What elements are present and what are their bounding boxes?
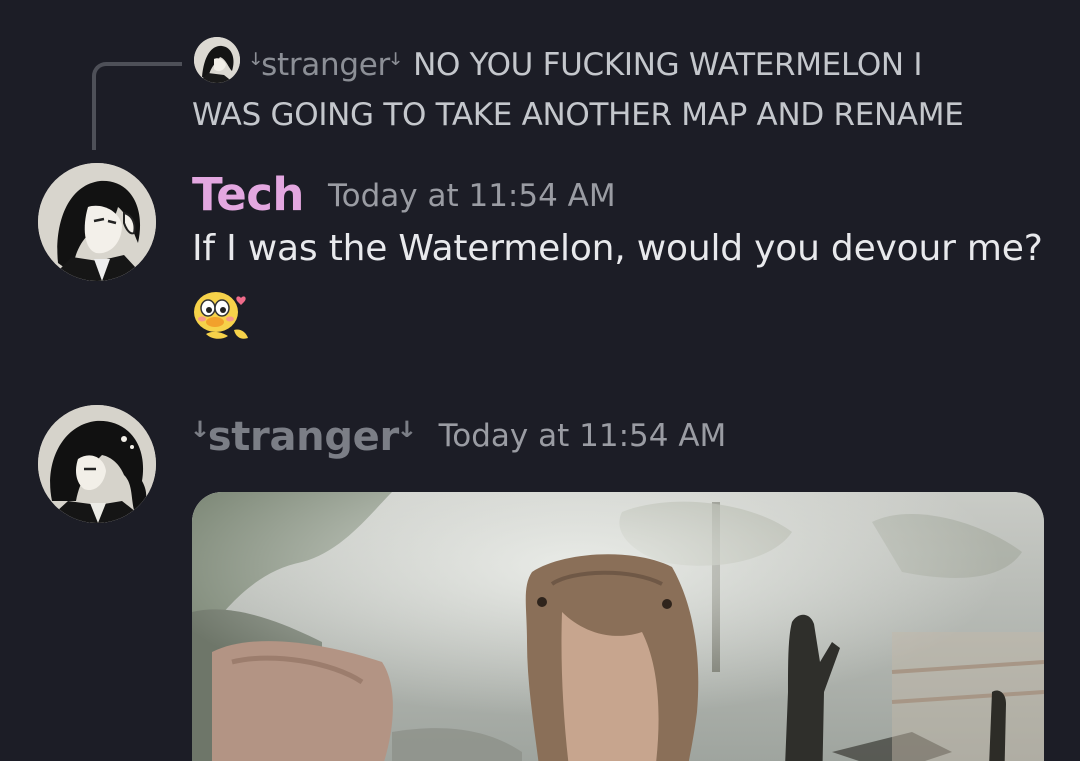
gif-image	[192, 492, 1044, 761]
blushing-duck-emoji[interactable]	[188, 286, 258, 346]
reply-preview[interactable]: ꜜstrangerꜜ NO YOU FUCKING WATERMELON I WA…	[192, 40, 1042, 140]
message-timestamp[interactable]: Today at 11:54 AM	[328, 178, 616, 214]
reply-text-line1: NO YOU FUCKING WATERMELON I	[413, 47, 923, 83]
author-name-tech[interactable]: Tech	[192, 168, 304, 221]
message-text: If I was the Watermelon, would you devou…	[192, 228, 1043, 269]
reply-text-line2: WAS GOING TO TAKE ANOTHER MAP AND RENAME	[192, 97, 964, 133]
capybara-gif[interactable]	[192, 492, 1044, 761]
avatar-tech[interactable]	[38, 163, 156, 281]
reply-connector-line	[92, 62, 182, 150]
message-header-tech: Tech Today at 11:54 AM	[192, 168, 616, 221]
chat-view: ꜜstrangerꜜ NO YOU FUCKING WATERMELON I WA…	[0, 0, 1080, 761]
avatar-image	[38, 405, 156, 523]
reply-author[interactable]: ꜜstrangerꜜ	[250, 47, 401, 83]
message-header-stranger: ꜜstrangerꜜ Today at 11:54 AM	[192, 414, 726, 460]
author-name-stranger[interactable]: ꜜstrangerꜜ	[192, 414, 415, 460]
avatar-image	[38, 163, 156, 281]
message-timestamp[interactable]: Today at 11:54 AM	[439, 418, 727, 454]
avatar-stranger[interactable]	[38, 405, 156, 523]
